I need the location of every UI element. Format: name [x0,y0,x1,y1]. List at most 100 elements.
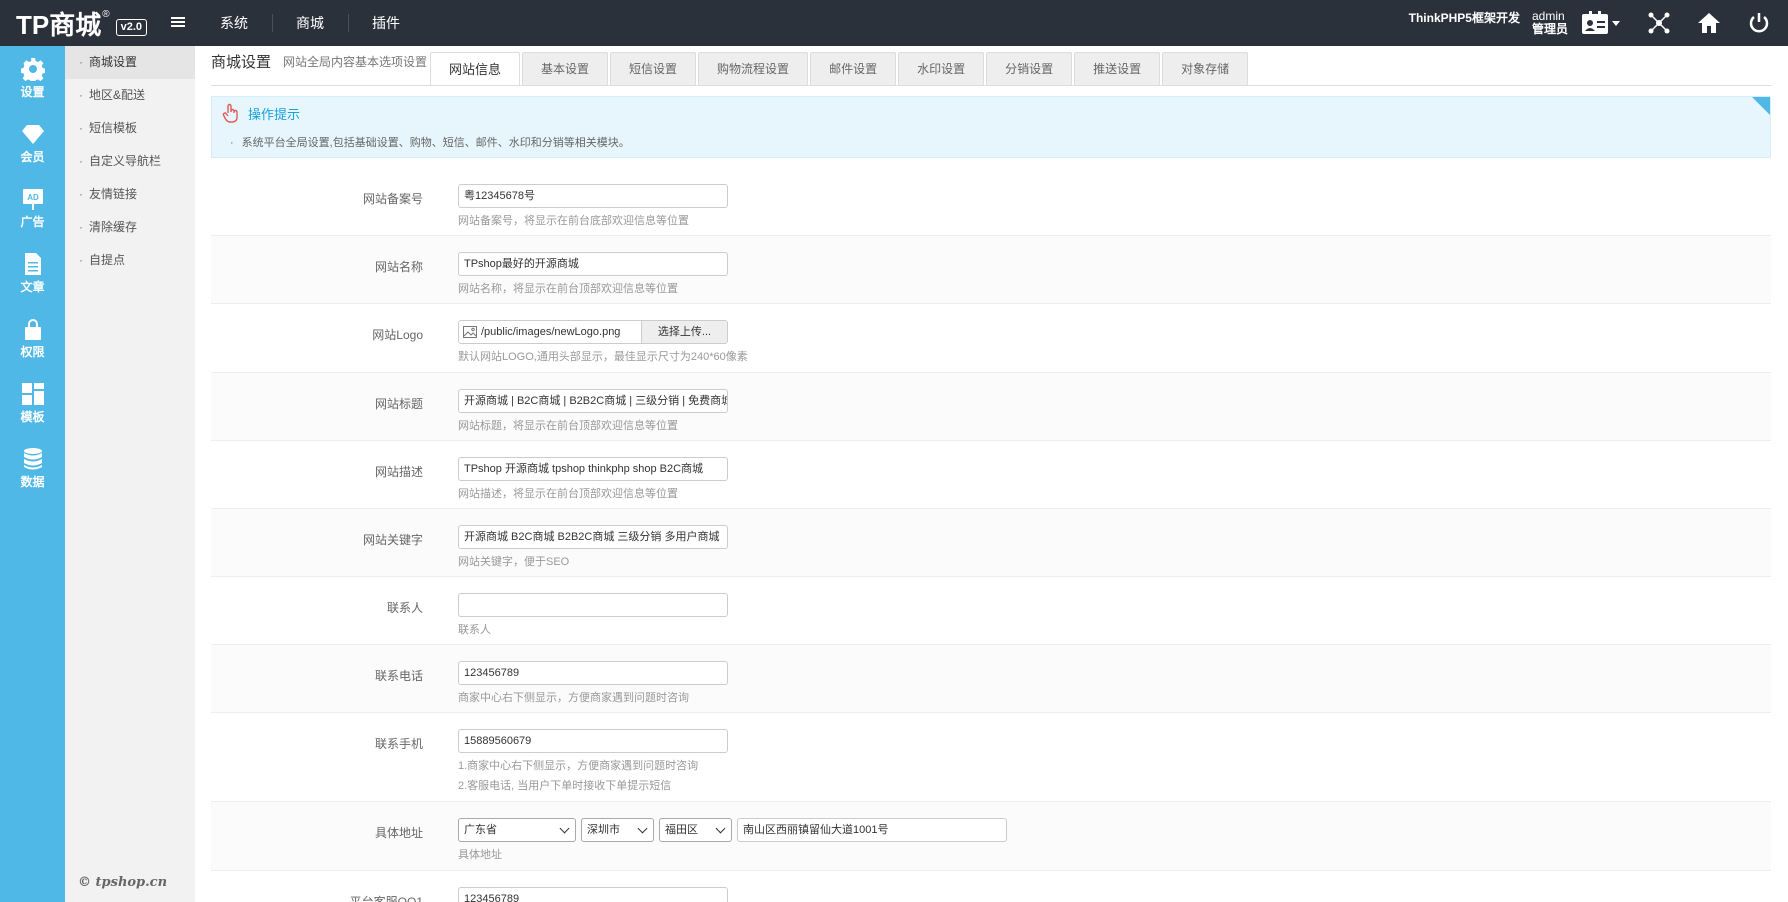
form-row-phone: 联系电话 123456789 商家中心右下侧显示，方便商家遇到问题时咨询 [211,645,1771,713]
chevron-down-icon [715,823,726,833]
module-permission[interactable]: 权限 [0,306,65,371]
sub-menu: 商城设置 地区&配送 短信模板 自定义导航栏 友情链接 清除缓存 自提点 © t… [65,46,195,902]
gear-icon [20,58,45,81]
chevron-down-icon[interactable] [1612,20,1620,26]
top-nav-shop[interactable]: 商城 [272,0,348,46]
site-name-input[interactable]: TPshop最好的开源商城 [458,252,728,276]
street-input[interactable]: 南山区西丽镇留仙大道1001号 [737,818,1007,842]
document-icon [24,253,41,275]
submenu-friend-links[interactable]: 友情链接 [65,178,195,211]
module-member-label: 会员 [20,150,45,164]
mobile-hint-1: 1.商家中心右下侧显示，方便商家遇到问题时咨询 [458,760,699,772]
module-data-label: 数据 [20,475,45,489]
tab-distribution[interactable]: 分销设置 [986,52,1073,85]
mobile-label: 联系手机 [374,737,423,751]
logo[interactable]: TP商城 ® v2.0 [16,5,148,41]
id-card-icon[interactable] [1580,8,1610,38]
form-row-beian: 网站备案号 粤12345678号 网站备案号，将显示在前台底部欢迎信息等位置 [211,168,1771,236]
tab-watermark[interactable]: 水印设置 [898,52,985,85]
page-subtitle: 网站全局内容基本选项设置 [283,55,428,69]
admin-role: 管理员 [1531,22,1568,36]
form-row-logo: 网站Logo /public/images/newLogo.png 选择上传..… [211,304,1771,373]
beian-input[interactable]: 粤12345678号 [458,184,728,208]
contact-input[interactable] [458,593,728,617]
module-article[interactable]: 文章 [0,241,65,306]
logo-hint: 默认网站LOGO,通用头部显示，最佳显示尺寸为240*60像素 [458,351,748,363]
power-icon[interactable] [1744,8,1774,38]
phone-hint: 商家中心右下侧显示，方便商家遇到问题时咨询 [458,692,689,704]
framework-label: ThinkPHP5框架开发 [1408,10,1520,25]
grid-icon [21,383,44,405]
chevron-down-icon [637,823,648,833]
qq-input[interactable]: 123456789 [458,887,728,902]
keywords-label: 网站关键字 [362,533,423,547]
logo-label: 网站Logo [372,328,423,342]
beian-label: 网站备案号 [362,192,423,206]
tips-header[interactable]: 操作提示 [222,103,300,123]
module-ad-label: 广告 [20,215,45,229]
site-name-hint: 网站名称，将显示在前台顶部欢迎信息等位置 [458,283,678,295]
lock-icon [24,319,41,340]
beian-hint: 网站备案号，将显示在前台底部欢迎信息等位置 [458,215,689,227]
province-select[interactable]: 广东省 [458,818,576,842]
submenu-sms-template[interactable]: 短信模板 [65,112,195,145]
site-info-form: 网站备案号 粤12345678号 网站备案号，将显示在前台底部欢迎信息等位置 网… [211,168,1771,902]
tab-site-info[interactable]: 网站信息 [430,52,521,86]
submenu-custom-nav[interactable]: 自定义导航栏 [65,145,195,178]
city-select[interactable]: 深圳市 [581,818,654,842]
form-row-mobile: 联系手机 15889560679 1.商家中心右下侧显示，方便商家遇到问题时咨询… [211,713,1771,802]
tab-push[interactable]: 推送设置 [1074,52,1161,85]
title-hint: 网站标题，将显示在前台顶部欢迎信息等位置 [458,420,678,432]
module-data[interactable]: 数据 [0,436,65,501]
mobile-input[interactable]: 15889560679 [458,729,728,753]
form-row-qq: 平台客服QQ1 123456789 [211,871,1771,902]
keywords-hint: 网站关键字，便于SEO [458,556,570,568]
home-icon[interactable] [1694,8,1724,38]
address-label: 具体地址 [374,826,423,840]
module-template[interactable]: 模板 [0,371,65,436]
submenu-clear-cache[interactable]: 清除缓存 [65,211,195,244]
module-ad[interactable]: AD 广告 [0,176,65,241]
module-permission-label: 权限 [20,345,45,359]
title-input[interactable]: 开源商城 | B2C商城 | B2B2C商城 | 三级分销 | 免费商城 [458,389,728,413]
chevron-down-icon [559,823,570,833]
tab-email[interactable]: 邮件设置 [810,52,897,85]
module-settings[interactable]: 设置 [0,46,65,111]
page-title: 商城设置 [211,54,272,71]
form-row-address: 具体地址 广东省 深圳市 福田区 南山区西丽镇留仙大道1001号 具体地址 [211,802,1771,871]
tab-sms[interactable]: 短信设置 [610,52,697,85]
keywords-input[interactable]: 开源商城 B2C商城 B2B2C商城 三级分销 多用户商城 [458,525,728,549]
top-bar: TP商城 ® v2.0 系统 商城 插件 ThinkPHP5框架开发 admin… [0,0,1788,46]
logo-upload-button[interactable]: 选择上传... [641,321,727,343]
phone-label: 联系电话 [374,669,423,683]
mobile-hint-2: 2.客服电话, 当用户下单时接收下单提示短信 [458,780,672,792]
description-input[interactable]: TPshop 开源商城 tpshop thinkphp shop B2C商城 [458,457,728,481]
logo-path[interactable]: /public/images/newLogo.png [481,321,641,343]
submenu-pickup-points[interactable]: 自提点 [65,244,195,277]
network-icon[interactable] [1644,8,1674,38]
contact-label: 联系人 [386,601,423,615]
logo-text: TP商城 [16,9,102,40]
menu-toggle-icon[interactable] [171,17,185,29]
tab-object-storage[interactable]: 对象存储 [1162,52,1249,85]
phone-input[interactable]: 123456789 [458,661,728,685]
copyright: © tpshop.cn [78,875,168,890]
tips-text: 系统平台全局设置,包括基础设置、购物、短信、邮件、水印和分销等相关模块。 [230,134,630,150]
submenu-region-shipping[interactable]: 地区&配送 [65,79,195,112]
top-nav-plugin[interactable]: 插件 [348,0,424,46]
image-icon [459,321,481,343]
submenu-shop-settings[interactable]: 商城设置 [65,46,195,79]
top-nav-system[interactable]: 系统 [196,0,272,46]
tab-shopping-flow[interactable]: 购物流程设置 [698,52,809,85]
logo-upload: /public/images/newLogo.png 选择上传... [458,320,728,344]
tab-basic[interactable]: 基本设置 [522,52,609,85]
district-select[interactable]: 福田区 [659,818,732,842]
tips-collapse-corner[interactable] [1752,97,1770,115]
admin-info: admin 管理员 [1532,10,1568,36]
pointing-hand-icon [222,103,238,123]
form-row-site-name: 网站名称 TPshop最好的开源商城 网站名称，将显示在前台顶部欢迎信息等位置 [211,236,1771,304]
title-bar: 商城设置 网站全局内容基本选项设置 [211,52,439,82]
settings-tabs: 网站信息 基本设置 短信设置 购物流程设置 邮件设置 水印设置 分销设置 推送设… [430,52,1250,86]
module-member[interactable]: 会员 [0,111,65,176]
form-row-contact: 联系人 联系人 [211,577,1771,645]
